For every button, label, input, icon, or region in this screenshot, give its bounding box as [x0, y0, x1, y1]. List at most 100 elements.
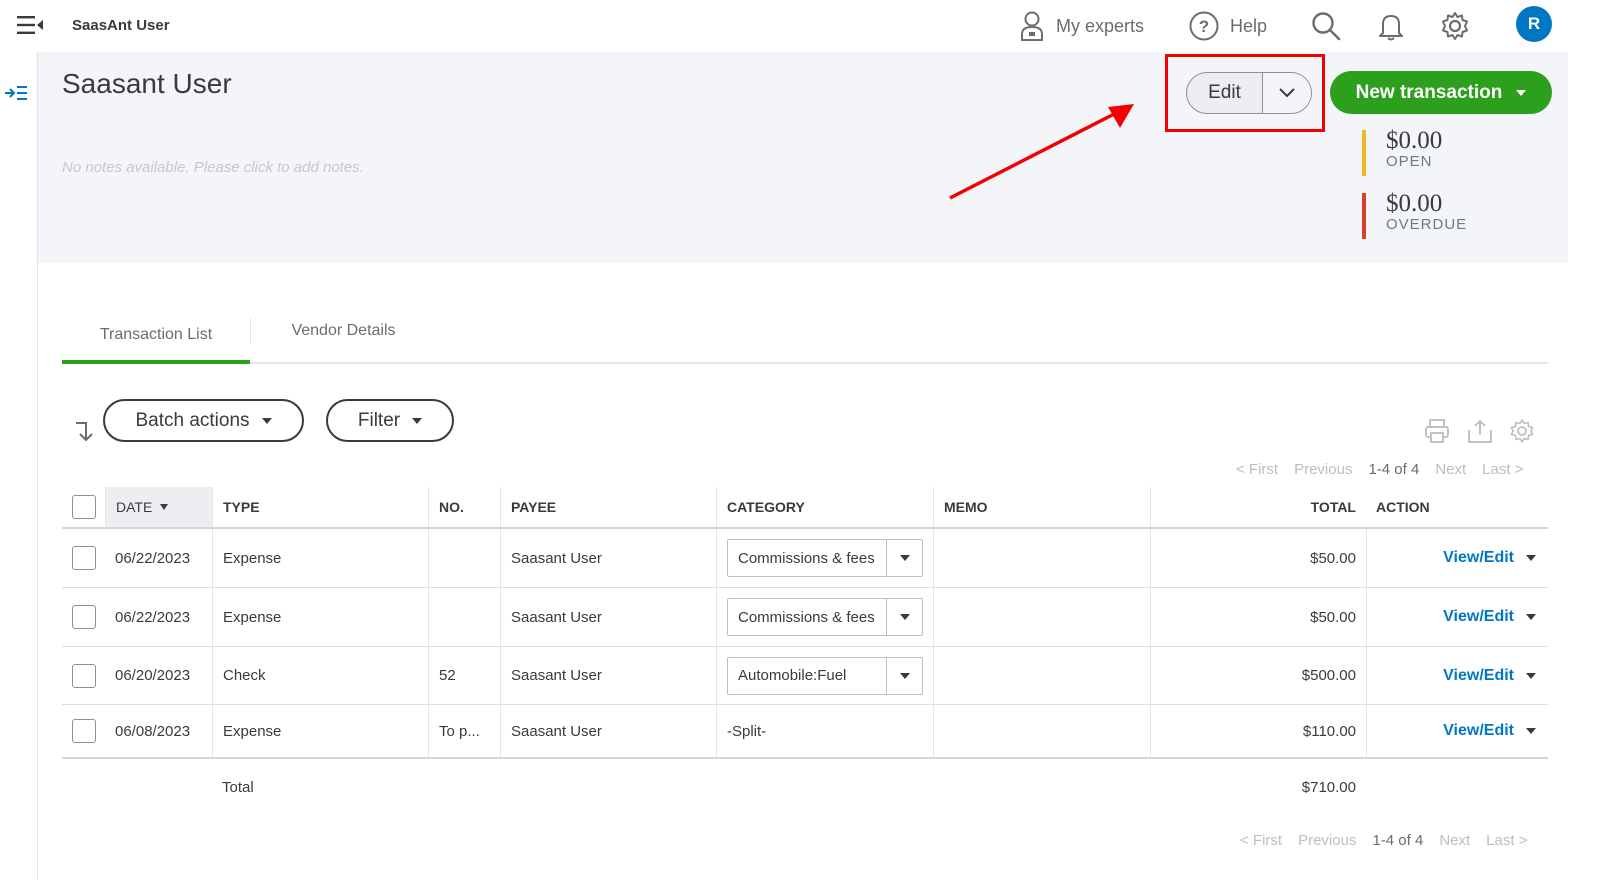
pager-count: 1-4 of 4	[1372, 831, 1424, 849]
payee-column-header[interactable]: PAYEE	[500, 487, 716, 527]
date-cell: 06/08/2023	[115, 722, 191, 740]
action-caret-down-icon[interactable]	[1526, 614, 1536, 620]
category-cell: Commissions & fees	[716, 588, 933, 646]
type-column-header[interactable]: TYPE	[212, 487, 428, 527]
settings-icon[interactable]	[1509, 418, 1535, 444]
pager-previous[interactable]: Previous	[1298, 832, 1356, 849]
action-cell: View/Edit	[1366, 588, 1548, 646]
no-cell: To p...	[428, 705, 500, 757]
total-column-header[interactable]: TOTAL	[1150, 487, 1366, 527]
gear-icon[interactable]	[1439, 10, 1471, 42]
action-caret-down-icon[interactable]	[1526, 555, 1536, 561]
pager-next[interactable]: Next	[1435, 461, 1466, 478]
date-column-header[interactable]: DATE	[105, 487, 212, 527]
table-row: 06/22/2023 Expense Saasant User Commissi…	[62, 588, 1548, 647]
my-experts-link[interactable]: My experts	[1018, 10, 1144, 42]
view-edit-link[interactable]: View/Edit	[1443, 667, 1514, 685]
type-cell: Expense	[212, 705, 428, 757]
date-cell: 06/22/2023	[115, 608, 191, 626]
date-header-label: DATE	[116, 499, 153, 515]
collapse-rows-icon[interactable]	[74, 420, 96, 442]
table-header-row: DATE TYPE NO. PAYEE CATEGORY MEMO TOTAL …	[62, 487, 1548, 529]
row-checkbox[interactable]	[71, 605, 96, 629]
memo-cell	[933, 529, 1150, 587]
overdue-amount: $0.00	[1386, 190, 1443, 217]
overdue-summary: $0.00 OVERDUE	[1362, 190, 1467, 239]
pager-next[interactable]: Next	[1439, 832, 1470, 849]
sort-desc-icon	[160, 504, 169, 510]
row-select-cell	[62, 647, 105, 704]
pager-last[interactable]: Last >	[1486, 832, 1527, 849]
payee-cell: Saasant User	[500, 588, 716, 646]
tab-vendor-details[interactable]: Vendor Details	[251, 310, 436, 352]
pager-first[interactable]: < First	[1240, 832, 1282, 849]
no-column-header[interactable]: NO.	[428, 487, 500, 527]
new-transaction-label: New transaction	[1355, 81, 1503, 103]
row-checkbox[interactable]	[71, 719, 96, 743]
caret-down-icon	[886, 540, 922, 576]
pager-first[interactable]: < First	[1236, 461, 1278, 478]
pager-bottom: < First Previous 1-4 of 4 Next Last >	[1240, 830, 1527, 850]
total-value: $710.00	[1301, 778, 1356, 796]
edit-dropdown-button[interactable]	[1263, 73, 1311, 113]
category-value: Commissions & fees	[738, 549, 875, 567]
category-select[interactable]: Automobile:Fuel	[727, 656, 923, 695]
view-edit-link[interactable]: View/Edit	[1443, 608, 1514, 626]
help-link[interactable]: ? Help	[1188, 10, 1267, 42]
category-select[interactable]: Commissions & fees	[727, 598, 923, 636]
pager-count: 1-4 of 4	[1368, 460, 1420, 478]
vendor-notes[interactable]: No notes available. Please click to add …	[62, 159, 364, 176]
payee-cell: Saasant User	[500, 529, 716, 587]
select-all-checkbox[interactable]	[71, 495, 96, 519]
hamburger-icon[interactable]	[17, 14, 45, 36]
top-bar: SaasAnt User My experts ? Help R	[0, 0, 1600, 52]
memo-cell	[933, 705, 1150, 757]
view-edit-link[interactable]: View/Edit	[1443, 722, 1514, 740]
user-experts-icon	[1021, 11, 1043, 41]
pager-previous[interactable]: Previous	[1294, 461, 1352, 478]
view-edit-link[interactable]: View/Edit	[1443, 549, 1514, 567]
type-cell: Check	[212, 647, 428, 704]
action-caret-down-icon[interactable]	[1526, 728, 1536, 734]
category-column-header[interactable]: CATEGORY	[716, 487, 933, 527]
open-label: OPEN	[1386, 153, 1433, 170]
caret-down-icon	[261, 417, 272, 424]
bell-icon[interactable]	[1375, 10, 1407, 42]
pager-top: < First Previous 1-4 of 4 Next Last >	[1236, 459, 1523, 479]
help-icon: ?	[1189, 11, 1219, 41]
expand-nav-icon[interactable]	[4, 82, 30, 104]
chevron-down-icon	[1279, 88, 1295, 98]
date-cell: 06/22/2023	[115, 549, 191, 567]
row-checkbox[interactable]	[71, 546, 96, 570]
batch-actions-button[interactable]: Batch actions	[103, 399, 304, 442]
pager-last[interactable]: Last >	[1482, 461, 1523, 478]
memo-column-header[interactable]: MEMO	[933, 487, 1150, 527]
no-cell	[428, 529, 500, 587]
row-checkbox[interactable]	[71, 663, 96, 688]
table-total-row: Total $710.00	[62, 759, 1548, 815]
help-label: Help	[1230, 15, 1268, 36]
category-value: Automobile:Fuel	[738, 667, 847, 684]
edit-split-button: Edit	[1186, 72, 1312, 114]
vendor-name: Saasant User	[62, 68, 232, 99]
export-icon[interactable]	[1467, 418, 1493, 444]
new-transaction-button[interactable]: New transaction	[1330, 71, 1552, 114]
print-icon[interactable]	[1424, 418, 1450, 444]
user-avatar[interactable]: R	[1516, 6, 1552, 42]
action-caret-down-icon[interactable]	[1526, 672, 1536, 679]
no-cell: 52	[428, 647, 500, 704]
total-cell: $500.00	[1150, 647, 1366, 704]
payee-cell: Saasant User	[500, 647, 716, 704]
category-cell: -Split-	[716, 705, 933, 757]
category-select[interactable]: Commissions & fees	[727, 539, 923, 577]
row-select-cell	[62, 705, 105, 757]
filter-button[interactable]: Filter	[326, 399, 454, 442]
no-cell	[428, 588, 500, 646]
search-icon[interactable]	[1310, 10, 1342, 42]
caret-down-icon	[412, 417, 423, 424]
filter-label: Filter	[357, 409, 401, 431]
type-cell: Expense	[212, 529, 428, 587]
tab-transaction-list[interactable]: Transaction List	[62, 310, 250, 364]
memo-cell	[933, 647, 1150, 704]
edit-button[interactable]: Edit	[1187, 73, 1263, 113]
